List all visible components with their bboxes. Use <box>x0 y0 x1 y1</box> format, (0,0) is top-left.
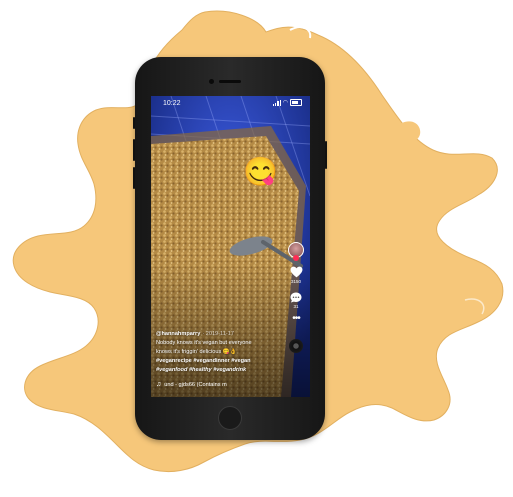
heart-icon <box>290 266 302 278</box>
hashtags-line-2[interactable]: #veganfood #healthy #vegandrink <box>156 366 286 375</box>
comment-button[interactable]: 31 <box>290 292 302 309</box>
creator-avatar[interactable] <box>288 242 304 261</box>
sound-name: und - gjds66 (Contains m <box>164 381 227 388</box>
phone-screen: 10:22 ◠ 😋 3150 31 ••• @hannahmparry · 201… <box>151 96 310 397</box>
wifi-icon: ◠ <box>282 100 288 106</box>
power-button <box>325 141 327 169</box>
earpiece-speaker <box>219 80 241 83</box>
status-time: 10:22 <box>163 100 181 107</box>
status-bar: 10:22 ◠ <box>151 96 310 110</box>
emoji-sticker: 😋 <box>243 156 278 187</box>
comment-count: 31 <box>293 304 299 309</box>
caption-line-1: Nobody knows it's vegan but everyone <box>156 340 252 346</box>
front-camera <box>209 79 214 84</box>
volume-up-button <box>133 139 135 161</box>
music-disc-icon[interactable] <box>289 339 303 353</box>
post-caption: @hannahmparry · 2019-11-17 Nobody knows i… <box>156 330 286 375</box>
signal-icon <box>272 99 281 106</box>
status-icons: ◠ <box>272 99 302 106</box>
comment-icon <box>290 292 302 303</box>
home-button[interactable] <box>218 406 242 430</box>
more-icon[interactable]: ••• <box>292 314 300 324</box>
sound-ticker[interactable]: ♫ und - gjds66 (Contains m <box>156 381 227 388</box>
like-button[interactable]: 3150 <box>290 266 303 284</box>
like-count: 3150 <box>290 279 301 284</box>
hashtags-line-1[interactable]: #veganrecipe #vegandinner #vegan <box>156 357 286 366</box>
follow-plus-icon[interactable] <box>293 255 299 261</box>
mute-switch <box>133 117 135 129</box>
music-note-icon: ♫ <box>156 381 162 388</box>
creator-username[interactable]: @hannahmparry <box>156 331 200 337</box>
action-rail: 3150 31 ••• <box>286 242 306 353</box>
battery-icon <box>290 99 302 106</box>
volume-down-button <box>133 167 135 189</box>
post-date: · 2019-11-17 <box>202 331 234 337</box>
caption-line-2: knows it's friggin' delicious 😋👌 <box>156 349 237 355</box>
phone-device: 10:22 ◠ 😋 3150 31 ••• @hannahmparry · 201… <box>133 57 327 440</box>
